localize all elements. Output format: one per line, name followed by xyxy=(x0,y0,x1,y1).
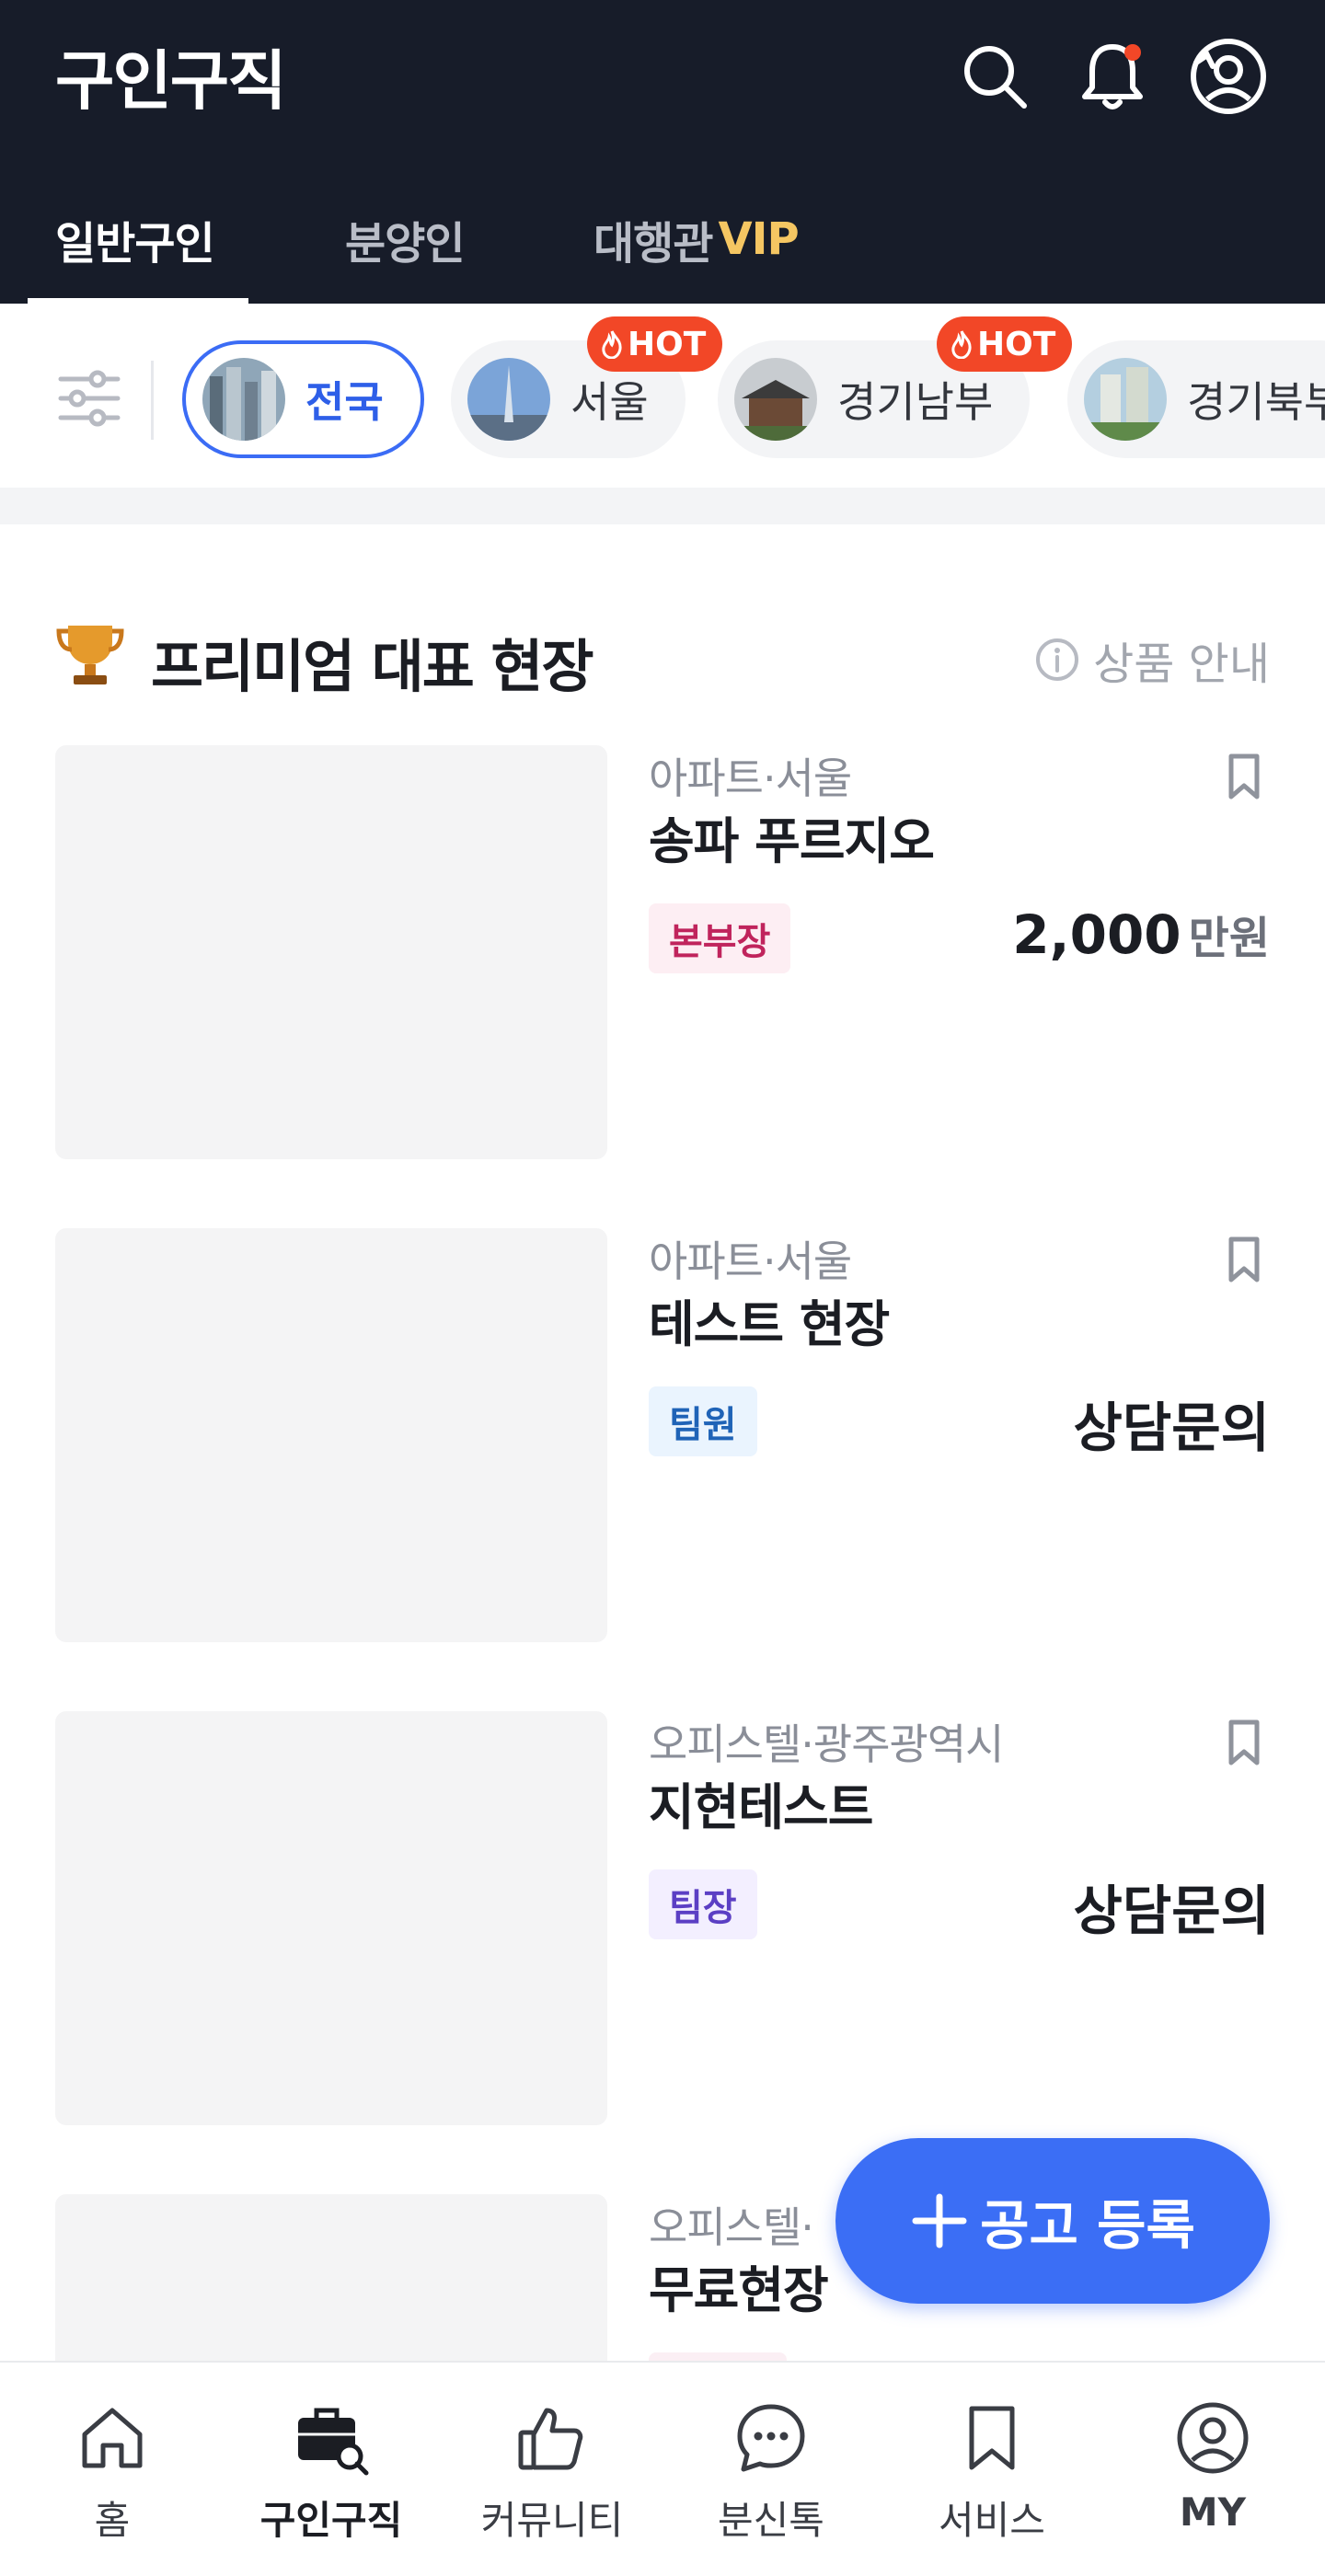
price-value: 상담문의 xyxy=(1073,1397,1270,1459)
nav-label: 홈 xyxy=(94,2498,131,2543)
category-tabs: 일반구인 분양인 대행관 VIP xyxy=(0,175,1325,304)
listing-price: 상담문의 xyxy=(1074,1385,1270,1462)
region-thumbnail xyxy=(467,358,550,441)
nav-my[interactable]: MY xyxy=(1121,2399,1305,2556)
bottom-navigation: 홈 구인구직 커뮤니티 분신톡 서비스 MY xyxy=(0,2361,1325,2576)
nav-label: 서비스 xyxy=(939,2498,1045,2543)
region-chip-nationwide[interactable]: 전국 xyxy=(182,340,424,458)
fab-label: 공고 등록 xyxy=(980,2194,1195,2257)
tab-agency-vip[interactable]: 대행관 VIP xyxy=(593,175,800,304)
premium-section-header: 프리미엄 대표 현장 상품 안내 xyxy=(55,607,1270,700)
listing-card[interactable]: 아파트·서울 송파 푸르지오 본부장 2,000 만원 xyxy=(55,745,1270,1159)
region-thumbnail xyxy=(734,358,817,441)
chat-bubble-icon xyxy=(732,2399,810,2477)
listing-thumbnail xyxy=(55,745,607,1159)
bookmark-icon[interactable] xyxy=(1218,1717,1270,1768)
tab-general-recruit[interactable]: 일반구인 xyxy=(55,175,215,304)
listing-category: 오피스텔· xyxy=(649,2202,814,2252)
nav-label: 구인구직 xyxy=(259,2498,403,2543)
listing-price: 2,000 만원 xyxy=(1012,902,1270,966)
info-label: 상품 안내 xyxy=(1093,638,1270,690)
listing-name: 무료현장 xyxy=(649,2261,829,2319)
nav-label: 커뮤니티 xyxy=(480,2498,624,2543)
listing-name: 테스트 현장 xyxy=(649,1295,890,1353)
filter-sliders-icon[interactable] xyxy=(48,357,131,440)
hot-label: HOT xyxy=(977,325,1056,363)
thumbs-up-icon xyxy=(513,2399,591,2477)
section-title: 프리미엄 대표 현장 xyxy=(151,633,593,700)
bookmark-icon[interactable] xyxy=(1218,1234,1270,1285)
tab-label: 분양인 xyxy=(345,218,465,270)
tab-sales-agent[interactable]: 분양인 xyxy=(345,175,465,304)
info-icon xyxy=(1036,638,1079,681)
nav-home[interactable]: 홈 xyxy=(20,2399,204,2556)
nav-recruit[interactable]: 구인구직 xyxy=(239,2399,423,2556)
bookmark-icon[interactable] xyxy=(1218,751,1270,802)
tab-label: 일반구인 xyxy=(55,218,215,270)
nav-chat[interactable]: 분신톡 xyxy=(679,2399,863,2556)
bookmark-icon xyxy=(953,2399,1031,2477)
listing-category: 아파트·서울 xyxy=(649,753,852,803)
user-circle-icon xyxy=(1174,2399,1251,2477)
role-badge: 팀원 xyxy=(649,1386,757,1456)
plus-icon xyxy=(912,2193,967,2248)
price-value: 상담문의 xyxy=(1073,1880,1270,1942)
flame-icon xyxy=(951,330,972,359)
notification-bell-icon[interactable] xyxy=(1071,35,1154,118)
nav-label: 분신톡 xyxy=(718,2498,824,2543)
listing-card[interactable]: 아파트·서울 테스트 현장 팀원 상담문의 xyxy=(55,1228,1270,1642)
nav-service[interactable]: 서비스 xyxy=(900,2399,1084,2556)
region-label: 전국 xyxy=(305,377,384,427)
tab-label: 대행관 xyxy=(593,218,713,270)
listing-thumbnail xyxy=(55,1228,607,1642)
listing-name: 지현테스트 xyxy=(649,1778,873,1836)
page-title: 구인구직 xyxy=(55,43,287,119)
hot-badge: HOT xyxy=(937,316,1073,372)
nav-community[interactable]: 커뮤니티 xyxy=(460,2399,644,2556)
role-badge: 팀장 xyxy=(649,1869,757,1939)
listing-thumbnail xyxy=(55,1711,607,2125)
flame-icon xyxy=(602,330,622,359)
listing-card[interactable]: 오피스텔·광주광역시 지현테스트 팀장 상담문의 xyxy=(55,1711,1270,2125)
region-filter-bar: 전국 서울 HOT 경기남부 HOT 경기북부 xyxy=(0,304,1325,488)
listing-category: 오피스텔·광주광역시 xyxy=(649,1719,1005,1769)
hot-badge: HOT xyxy=(587,316,723,372)
region-thumbnail xyxy=(1084,358,1167,441)
divider xyxy=(151,361,154,440)
app-root: 구인구직 일반구인 분양인 대행관 VIP 전국 서울 HOT 경기남부 HOT… xyxy=(0,0,1325,2576)
home-icon xyxy=(74,2399,151,2477)
region-label: 서울 xyxy=(570,377,649,427)
trophy-icon xyxy=(55,618,125,688)
hot-label: HOT xyxy=(628,325,707,363)
section-divider xyxy=(0,488,1325,524)
briefcase-search-icon xyxy=(293,2399,370,2477)
product-info-link[interactable]: 상품 안내 xyxy=(1034,627,1270,692)
region-label: 경기남부 xyxy=(837,377,994,427)
region-label: 경기북부 xyxy=(1187,377,1325,427)
listing-category: 아파트·서울 xyxy=(649,1236,852,1286)
post-job-button[interactable]: 공고 등록 xyxy=(835,2138,1270,2304)
search-icon[interactable] xyxy=(953,35,1036,118)
role-badge: 본부장 xyxy=(649,903,791,973)
account-switch-icon[interactable] xyxy=(1187,35,1270,118)
top-header: 구인구직 일반구인 분양인 대행관 VIP xyxy=(0,0,1325,304)
region-chip-gyeonggi-north[interactable]: 경기북부 xyxy=(1067,340,1325,458)
listing-price: 상담문의 xyxy=(1074,1868,1270,1945)
listing-name: 송파 푸르지오 xyxy=(649,812,935,870)
region-thumbnail xyxy=(202,358,285,441)
price-unit: 만원 xyxy=(1188,913,1270,964)
nav-label: MY xyxy=(1179,2490,1247,2535)
vip-label: VIP xyxy=(718,213,799,265)
price-value: 2,000 xyxy=(1012,903,1181,966)
